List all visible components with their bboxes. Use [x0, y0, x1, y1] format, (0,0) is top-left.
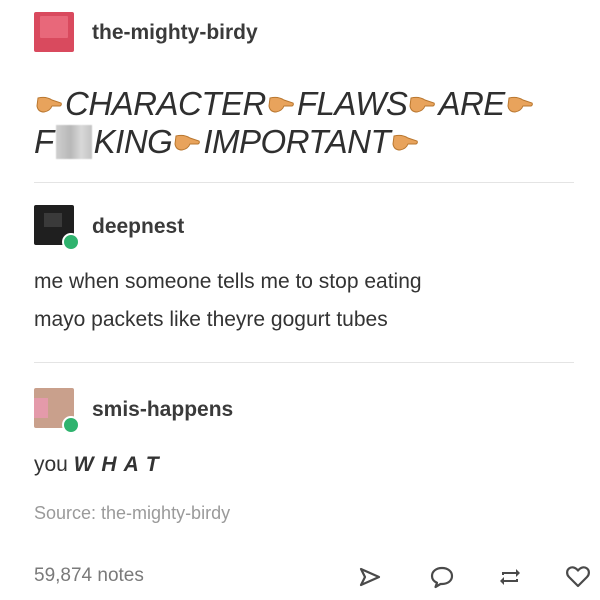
shout-word: IMPORTANT [203, 123, 391, 161]
shout-line-1: CHARACTER FLAWS ARE [34, 82, 536, 124]
shout-word: KING [93, 123, 173, 161]
reblog-text-prefix: you [34, 453, 74, 476]
pointing-finger-emoji-icon [507, 97, 533, 113]
reblog-smis-happens: smis-happens you W H A T [34, 388, 574, 478]
reblog-text-line-2: mayo packets like theyre gogurt tubes [34, 308, 388, 331]
shout-word: F [34, 123, 54, 161]
like-icon[interactable] [564, 563, 592, 591]
reblog-text-bold: W H A T [73, 453, 160, 476]
post-footer: 59,874 notes [34, 563, 590, 593]
reblog-icon[interactable] [496, 563, 524, 591]
pointing-finger-emoji-icon [392, 135, 418, 151]
reblog-deepnest: deepnest me when someone tells me to sto… [34, 205, 574, 345]
pointing-finger-emoji-icon [409, 97, 436, 113]
pointing-finger-emoji-icon [36, 97, 62, 113]
source-link[interactable]: Source: the-mighty-birdy [34, 503, 230, 524]
shout-word: CHARACTER [65, 85, 266, 123]
username-the-mighty-birdy[interactable]: the-mighty-birdy [92, 21, 258, 45]
online-badge-icon [62, 416, 80, 434]
action-bar [356, 563, 590, 591]
source-row: Source: the-mighty-birdy [34, 503, 574, 531]
share-icon[interactable] [356, 563, 384, 591]
shout-word: ARE [438, 85, 505, 123]
username-smis-happens[interactable]: smis-happens [92, 398, 233, 422]
shout-word: FLAWS [296, 85, 408, 123]
username-deepnest[interactable]: deepnest [92, 215, 184, 239]
divider [34, 362, 574, 363]
reblog-text-line-1: me when someone tells me to stop eating [34, 270, 422, 293]
pointing-finger-emoji-icon [174, 135, 201, 151]
reblog-text: you W H A T [34, 448, 160, 482]
censor-blur [55, 125, 92, 160]
tumblr-post: the-mighty-birdy CHARACTER FLAWS ARE F KI… [0, 0, 600, 600]
avatar[interactable] [34, 12, 74, 52]
original-post: the-mighty-birdy CHARACTER FLAWS ARE F KI… [34, 12, 574, 162]
pointing-finger-emoji-icon [268, 97, 294, 113]
notes-count[interactable]: 59,874 notes [34, 565, 144, 587]
online-badge-icon [62, 233, 80, 251]
shout-line-2: F KING IMPORTANT [34, 120, 421, 162]
reply-icon[interactable] [428, 563, 456, 591]
divider [34, 182, 574, 183]
